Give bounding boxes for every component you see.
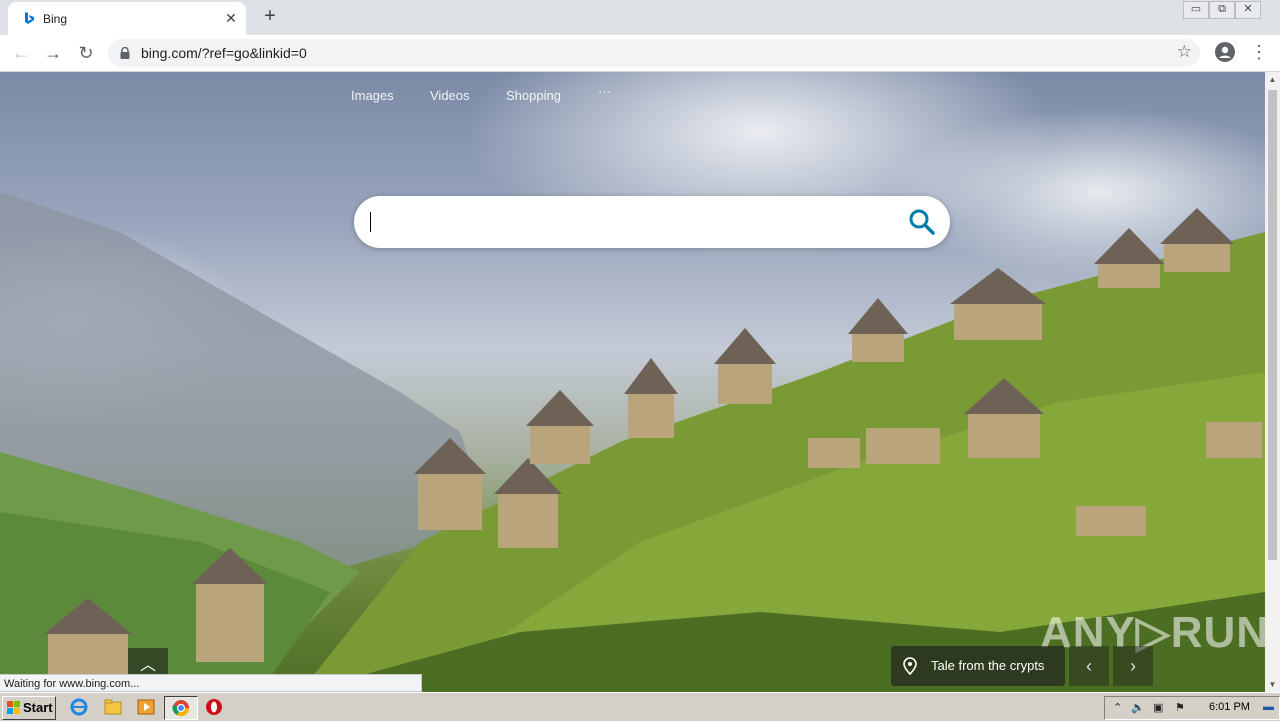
tab-close-icon[interactable]: ✕ xyxy=(222,9,240,27)
restore-button[interactable]: ⧉ xyxy=(1209,1,1235,19)
location-pin-icon xyxy=(903,657,917,675)
show-desktop-icon[interactable]: ▬ xyxy=(1263,701,1274,713)
crypt xyxy=(624,358,678,438)
crypt xyxy=(1094,228,1164,288)
bing-favicon-icon xyxy=(25,12,34,24)
crypt xyxy=(494,458,562,548)
crypt xyxy=(950,268,1046,340)
minimize-button[interactable]: ▭ xyxy=(1183,1,1209,19)
network-icon[interactable]: ▣ xyxy=(1153,701,1163,714)
opera-icon[interactable] xyxy=(205,698,223,716)
start-button[interactable]: Start xyxy=(2,696,56,720)
status-bar: Waiting for www.bing.com... xyxy=(0,674,422,692)
crypt xyxy=(866,428,940,464)
browser-toolbar: ← → ↻ bing.com/?ref=go&linkid=0 ☆ ⋮ xyxy=(0,35,1280,72)
address-bar[interactable]: bing.com/?ref=go&linkid=0 ☆ xyxy=(108,39,1200,67)
tab-strip: Bing ✕ + ▭ ⧉ ✕ xyxy=(0,0,1280,35)
action-center-flag-icon[interactable]: ⚑ xyxy=(1175,701,1185,714)
volume-icon[interactable]: 🔈 xyxy=(1131,701,1145,714)
windows-taskbar: Start ⌃ 🔈 ▣ ⚑ 6:01 PM ▬ xyxy=(0,692,1280,721)
search-box[interactable] xyxy=(354,196,950,248)
back-arrow-icon[interactable]: ← xyxy=(10,42,32,64)
bing-homepage: Images Videos Shopping ··· ANY▷RUN Tale … xyxy=(0,72,1265,692)
nav-shopping-link[interactable]: Shopping xyxy=(506,88,561,103)
image-caption[interactable]: Tale from the crypts xyxy=(891,646,1065,686)
chrome-menu-icon[interactable]: ⋮ xyxy=(1250,41,1268,65)
crypt xyxy=(964,378,1044,458)
crypt xyxy=(526,390,594,464)
system-tray: ⌃ 🔈 ▣ ⚑ 6:01 PM ▬ xyxy=(1104,696,1280,720)
previous-image-button[interactable]: ‹ xyxy=(1069,646,1109,686)
tab-title: Bing xyxy=(43,12,68,26)
clock[interactable]: 6:01 PM xyxy=(1209,701,1250,713)
scroll-thumb[interactable] xyxy=(1268,90,1277,560)
windows-logo-icon xyxy=(7,701,20,714)
caption-text: Tale from the crypts xyxy=(931,658,1045,673)
tab-bing[interactable]: Bing ✕ xyxy=(8,2,246,35)
reload-icon[interactable]: ↻ xyxy=(75,42,97,64)
nav-more-icon[interactable]: ··· xyxy=(598,84,611,99)
crypt xyxy=(1076,506,1146,536)
next-image-button[interactable]: › xyxy=(1113,646,1153,686)
scroll-down-arrow-icon[interactable]: ▼ xyxy=(1265,677,1280,692)
search-icon[interactable] xyxy=(908,208,936,236)
chrome-taskbar-button[interactable] xyxy=(164,696,198,720)
lock-icon xyxy=(120,47,130,59)
crypt xyxy=(714,328,776,404)
page-scrollbar[interactable]: ▲ ▼ xyxy=(1265,72,1280,692)
nav-images-link[interactable]: Images xyxy=(351,88,394,103)
media-player-icon[interactable] xyxy=(137,698,155,716)
crypt xyxy=(192,548,268,662)
crypt xyxy=(848,298,908,362)
profile-avatar-icon[interactable] xyxy=(1215,42,1235,62)
crypt xyxy=(414,438,486,530)
search-input[interactable] xyxy=(370,212,371,232)
crypt xyxy=(1206,422,1262,458)
url-text[interactable]: bing.com/?ref=go&linkid=0 xyxy=(141,45,307,61)
chrome-icon xyxy=(172,700,190,717)
forward-arrow-icon[interactable]: → xyxy=(42,42,64,64)
file-explorer-icon[interactable] xyxy=(104,698,122,716)
nav-videos-link[interactable]: Videos xyxy=(430,88,470,103)
crypt xyxy=(808,438,860,468)
show-hidden-icons-icon[interactable]: ⌃ xyxy=(1113,701,1122,714)
background-image xyxy=(0,192,1265,692)
new-tab-button[interactable]: + xyxy=(258,6,282,28)
scroll-up-arrow-icon[interactable]: ▲ xyxy=(1265,72,1280,87)
internet-explorer-icon[interactable] xyxy=(70,698,88,716)
close-window-button[interactable]: ✕ xyxy=(1235,1,1261,19)
bookmark-star-icon[interactable]: ☆ xyxy=(1177,42,1192,62)
start-label: Start xyxy=(23,700,53,715)
crypt xyxy=(1160,208,1234,272)
